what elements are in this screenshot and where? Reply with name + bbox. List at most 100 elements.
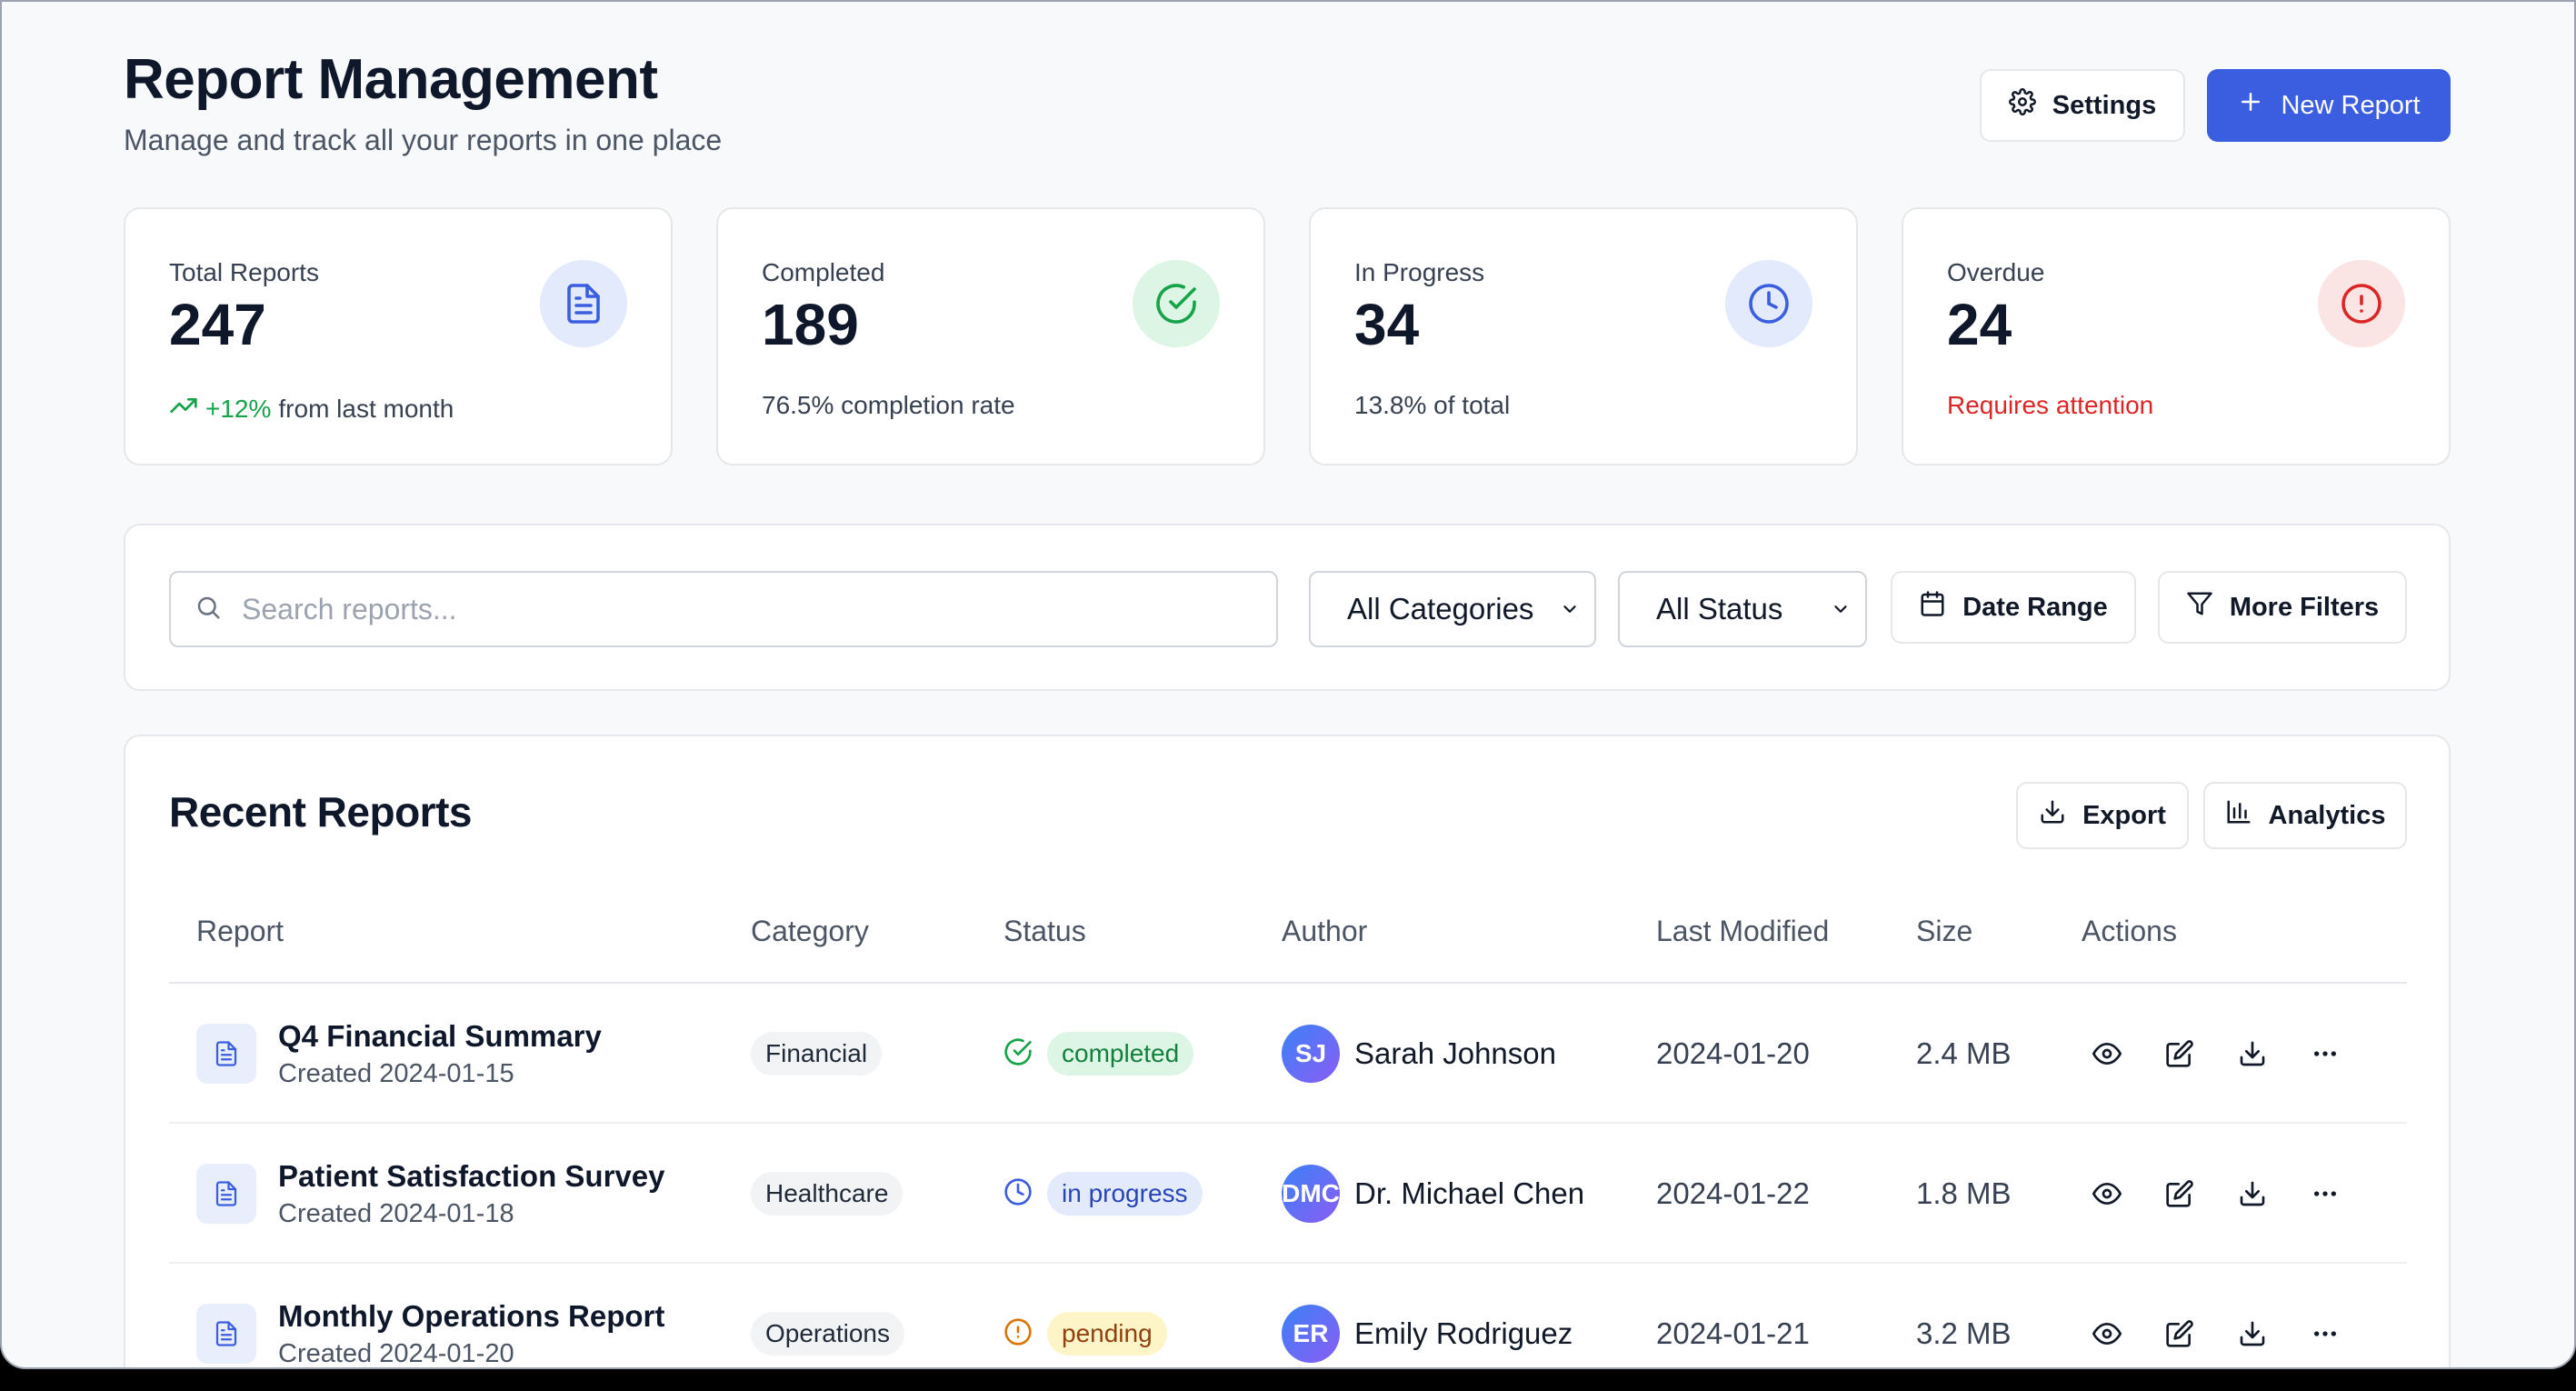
- last-modified: 2024-01-20: [1656, 1036, 1810, 1070]
- report-name[interactable]: Patient Satisfaction Survey: [278, 1159, 664, 1194]
- new-report-button[interactable]: New Report: [2207, 69, 2451, 142]
- column-header[interactable]: Last Modified: [1656, 915, 1829, 948]
- stat-card-in-progress: In Progress 34 13.8% of total: [1309, 207, 1858, 465]
- analytics-button[interactable]: Analytics: [2203, 782, 2407, 849]
- column-header[interactable]: Report: [196, 915, 284, 948]
- clock-icon: [1003, 1177, 1033, 1211]
- more-filters-button[interactable]: More Filters: [2158, 571, 2407, 644]
- view-icon[interactable]: [2089, 1316, 2125, 1352]
- stat-card-total: Total Reports 247 +12% from last month: [124, 207, 673, 465]
- date-range-label: Date Range: [1962, 592, 2108, 622]
- view-icon[interactable]: [2089, 1176, 2125, 1212]
- report-name[interactable]: Q4 Financial Summary: [278, 1019, 602, 1054]
- view-icon[interactable]: [2089, 1036, 2125, 1072]
- author-name: Sarah Johnson: [1354, 1036, 1556, 1070]
- table-row[interactable]: Monthly Operations Report Created 2024-0…: [169, 1264, 2407, 1368]
- stat-note: 13.8% of total: [1354, 391, 1511, 419]
- stat-card-completed: Completed 189 76.5% completion rate: [716, 207, 1265, 465]
- panel-title: Recent Reports: [169, 788, 472, 836]
- category-chip: Healthcare: [751, 1172, 904, 1216]
- new-report-label: New Report: [2281, 90, 2421, 120]
- plus-icon: [2237, 88, 2264, 123]
- last-modified: 2024-01-21: [1656, 1316, 1810, 1350]
- status-badge: pending: [1047, 1312, 1167, 1356]
- table-row[interactable]: Patient Satisfaction Survey Created 2024…: [169, 1124, 2407, 1264]
- chevron-down-icon: [1831, 592, 1851, 626]
- status-badge: completed: [1047, 1032, 1194, 1076]
- stat-card-overdue: Overdue 24 Requires attention: [1902, 207, 2451, 465]
- download-icon[interactable]: [2234, 1036, 2271, 1072]
- category-chip: Operations: [751, 1312, 904, 1356]
- status-select[interactable]: All Status: [1618, 571, 1867, 647]
- settings-label: Settings: [2052, 90, 2157, 120]
- export-label: Export: [2082, 800, 2166, 830]
- app-window: Report Management Manage and track all y…: [0, 0, 2576, 1369]
- document-icon: [196, 1164, 256, 1224]
- avatar: SJ: [1282, 1025, 1340, 1083]
- edit-icon[interactable]: [2162, 1036, 2198, 1072]
- alert-circle-icon: [2318, 260, 2405, 347]
- chevron-down-icon: [1560, 592, 1580, 626]
- file-size: 3.2 MB: [1916, 1316, 2012, 1350]
- report-name[interactable]: Monthly Operations Report: [278, 1299, 664, 1334]
- column-header[interactable]: Status: [1003, 915, 1086, 948]
- stat-label: Completed: [762, 258, 885, 286]
- settings-button[interactable]: Settings: [1980, 69, 2185, 142]
- report-created: Created 2024-01-15: [278, 1058, 514, 1088]
- more-options-icon[interactable]: [2307, 1316, 2343, 1352]
- edit-icon[interactable]: [2162, 1176, 2198, 1212]
- document-icon: [540, 260, 627, 347]
- avatar: DMC: [1282, 1165, 1340, 1223]
- recent-reports-panel: Recent Reports Export Analytics Report C…: [124, 735, 2451, 1368]
- bar-chart-icon: [2225, 798, 2252, 833]
- column-header: Actions: [2082, 915, 2177, 947]
- clock-icon: [1725, 260, 1812, 347]
- download-icon[interactable]: [2234, 1176, 2271, 1212]
- analytics-label: Analytics: [2268, 800, 2386, 830]
- more-options-icon[interactable]: [2307, 1176, 2343, 1212]
- file-size: 2.4 MB: [1916, 1036, 2012, 1070]
- download-icon[interactable]: [2234, 1316, 2271, 1352]
- file-size: 1.8 MB: [1916, 1176, 2012, 1210]
- date-range-button[interactable]: Date Range: [1891, 571, 2136, 644]
- table-row[interactable]: Q4 Financial Summary Created 2024-01-15 …: [169, 984, 2407, 1124]
- document-icon: [196, 1024, 256, 1084]
- more-options-icon[interactable]: [2307, 1036, 2343, 1072]
- last-modified: 2024-01-22: [1656, 1176, 1810, 1210]
- check-circle-icon: [1003, 1037, 1033, 1071]
- stat-delta: +12%: [205, 394, 272, 423]
- status-select-value: All Status: [1656, 592, 1783, 625]
- edit-icon[interactable]: [2162, 1316, 2198, 1352]
- stat-label: In Progress: [1354, 258, 1485, 286]
- more-filters-label: More Filters: [2229, 592, 2380, 622]
- stat-label: Total Reports: [169, 258, 319, 286]
- table-header: Report Category Status Author Last Modif…: [169, 915, 2407, 984]
- report-created: Created 2024-01-20: [278, 1338, 514, 1368]
- search-box[interactable]: [169, 571, 1278, 647]
- calendar-icon: [1919, 590, 1946, 625]
- export-button[interactable]: Export: [2016, 782, 2189, 849]
- column-header[interactable]: Size: [1916, 915, 1972, 948]
- column-header[interactable]: Author: [1282, 915, 1367, 948]
- gear-icon: [2008, 88, 2036, 123]
- status-badge: in progress: [1047, 1172, 1203, 1216]
- check-circle-icon: [1133, 260, 1220, 347]
- stat-note: Requires attention: [1947, 391, 2154, 419]
- filter-bar: All Categories All Status Date Range: [124, 524, 2451, 691]
- page-subtitle: Manage and track all your reports in one…: [124, 124, 723, 156]
- filter-icon: [2186, 590, 2213, 625]
- download-icon: [2039, 798, 2066, 833]
- category-select-value: All Categories: [1347, 592, 1534, 625]
- stat-delta-note: from last month: [278, 394, 454, 423]
- stat-note: 76.5% completion rate: [762, 391, 1015, 419]
- search-icon: [171, 594, 222, 625]
- document-icon: [196, 1304, 256, 1364]
- category-select[interactable]: All Categories: [1309, 571, 1596, 647]
- page-title: Report Management: [124, 48, 658, 111]
- column-header[interactable]: Category: [751, 915, 869, 948]
- author-name: Emily Rodriguez: [1354, 1316, 1573, 1350]
- search-input[interactable]: [242, 592, 1242, 626]
- trending-up-icon: [169, 391, 198, 426]
- avatar: ER: [1282, 1305, 1340, 1363]
- stat-value: 34: [1354, 292, 1420, 357]
